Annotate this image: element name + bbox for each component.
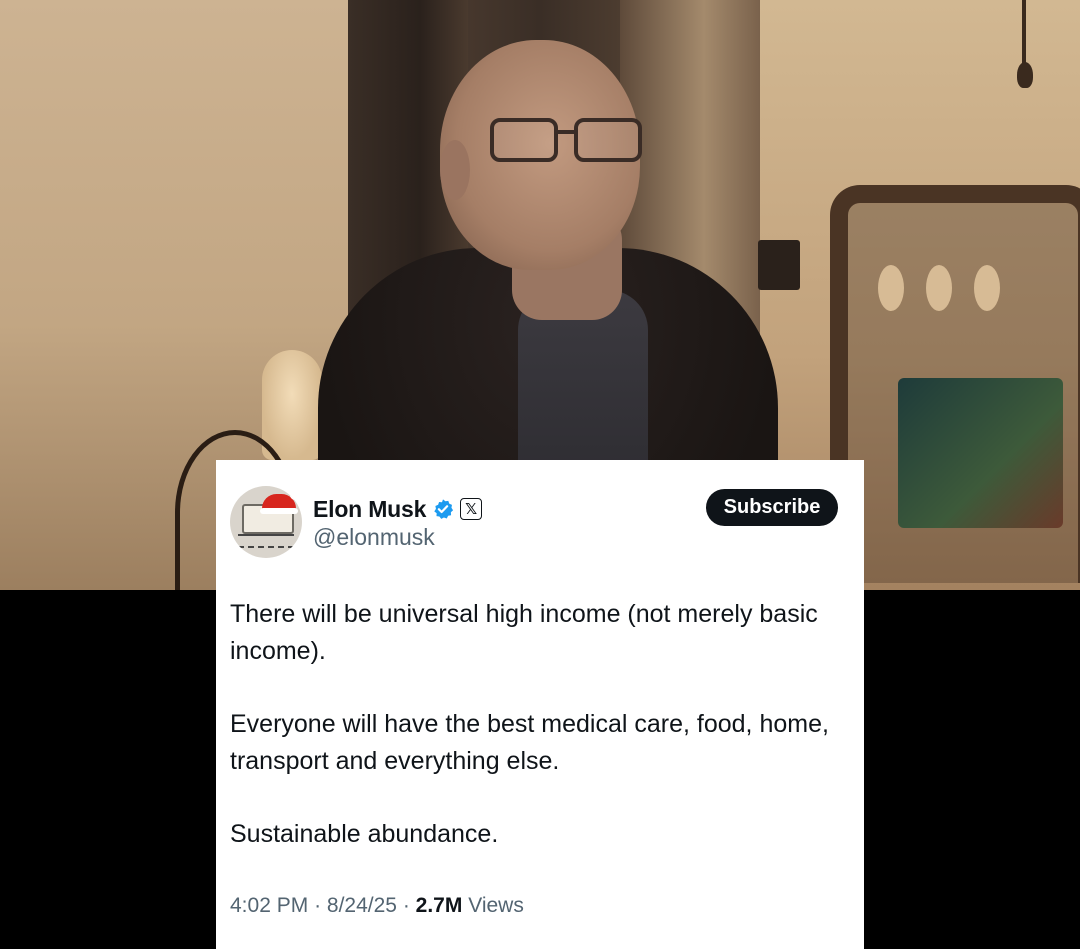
avatar[interactable]: [230, 486, 302, 558]
author-name-row: Elon Musk 𝕏: [313, 494, 483, 524]
lens: [574, 118, 642, 162]
tweet-paragraph: Everyone will have the best medical care…: [230, 710, 829, 775]
chair-cutout: [974, 265, 1000, 311]
lens: [490, 118, 558, 162]
santa-hat-pom: [290, 490, 300, 500]
x-logo-icon: 𝕏: [460, 498, 483, 520]
cushion: [898, 378, 1063, 528]
chair-cutout: [878, 265, 904, 311]
tweet-paragraph: Sustainable abundance.: [230, 820, 499, 848]
screenshot: Elon Musk 𝕏 @elonmusk Subscribe There wi…: [0, 0, 1080, 949]
subscribe-button[interactable]: Subscribe: [706, 489, 838, 526]
santa-hat-trim: [260, 508, 298, 514]
author-handle[interactable]: @elonmusk: [313, 524, 435, 551]
lamp-bulb: [1017, 62, 1033, 88]
meta-separator: ·: [314, 894, 322, 917]
author-display-name[interactable]: Elon Musk: [313, 496, 426, 523]
views-label: Views: [468, 894, 524, 917]
tweet-text: There will be universal high income (not…: [230, 596, 840, 853]
lamp-cord: [1022, 0, 1026, 70]
tweet-metadata: 4:02 PM · 8/24/25 · 2.7M Views: [230, 894, 524, 918]
eyeglasses: [490, 118, 642, 162]
tweet-time[interactable]: 4:02 PM: [230, 894, 308, 917]
verified-badge-icon: [434, 499, 454, 519]
glasses-bridge: [554, 130, 574, 134]
tweet-card[interactable]: Elon Musk 𝕏 @elonmusk Subscribe There wi…: [216, 460, 864, 949]
views-count[interactable]: 2.7M: [416, 894, 463, 917]
tweet-date[interactable]: 8/24/25: [327, 894, 397, 917]
wall-sconce: [262, 350, 322, 460]
avatar-text-scribble: [238, 534, 294, 548]
person-ear: [440, 140, 470, 200]
chair-cutout: [926, 265, 952, 311]
meta-separator: ·: [402, 894, 410, 917]
light-switch: [758, 240, 800, 290]
tweet-paragraph: There will be universal high income (not…: [230, 600, 818, 665]
